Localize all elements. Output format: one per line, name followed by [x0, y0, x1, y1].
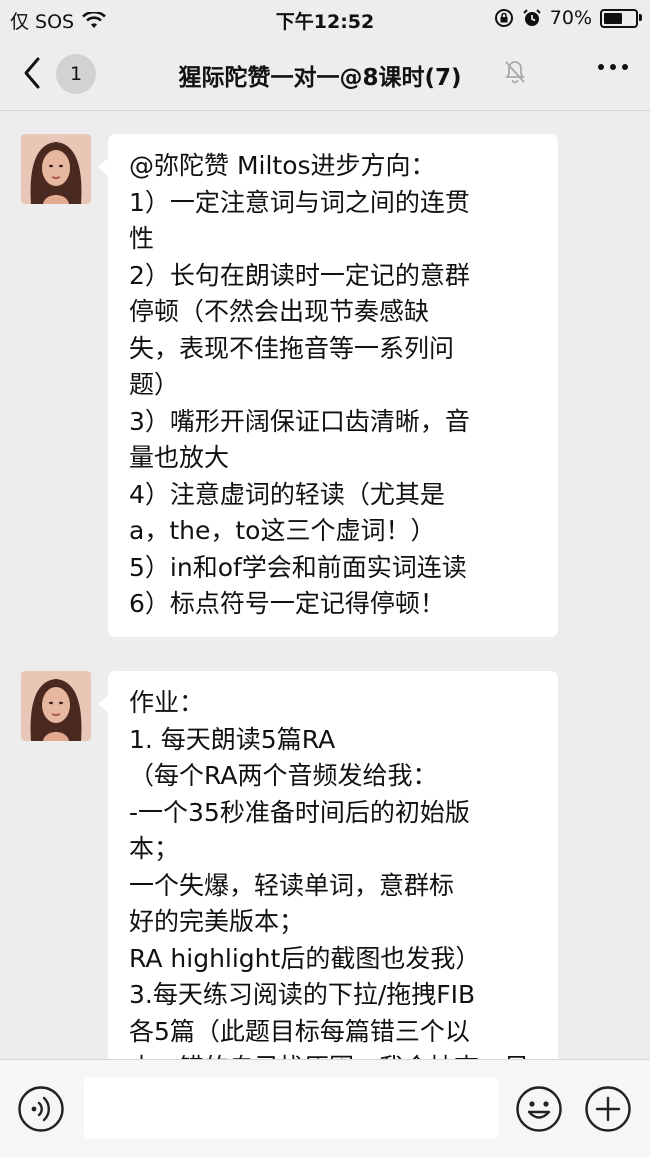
- voice-button[interactable]: [17, 1085, 65, 1137]
- more-icon-dot: [622, 64, 628, 70]
- more-icon-dot: [610, 64, 616, 70]
- battery-icon: [600, 8, 642, 28]
- emoji-icon: [516, 1086, 562, 1132]
- message-text-line: 性: [129, 224, 155, 253]
- mute-bell-icon: [505, 61, 525, 84]
- message-text-line: 1）一定注意词与词之间的连贯: [129, 187, 470, 217]
- message-text-line: 题）: [129, 370, 180, 399]
- message-text-line: 3）嘴形开阔保证口齿清晰，音: [129, 406, 470, 436]
- message-text-line: 失，表现不佳拖音等一系列问: [129, 333, 455, 363]
- message-text-line: 内，错的自己找原因，我会抽查，另: [129, 1050, 540, 1059]
- message-text-line: 停顿（不然会出现节奏感缺: [129, 297, 430, 326]
- message-text-line: 2）长句在朗读时一定记的意群: [129, 260, 470, 290]
- plus-icon: [585, 1086, 631, 1132]
- back-arrow-icon: [24, 57, 40, 89]
- input-bar: [0, 1059, 650, 1157]
- lock-rotation-icon: [494, 9, 513, 27]
- more-icon: [598, 64, 604, 70]
- chat-title: 猩际陀赞一对一@8课时(7): [178, 65, 462, 91]
- message-bubble[interactable]: 作业： 1. 每天朗读5篇RA （每个RA两个音频发给我： -一个35秒准备时间后的初…: [98, 671, 558, 1059]
- unread-count-badge[interactable]: 1: [56, 54, 96, 94]
- message-text-line: 量也放大: [129, 443, 230, 472]
- message-text-line: @弥陀赞 Miltos进步方向：: [129, 151, 436, 180]
- message-text-line: a，the，to这三个虚词！）: [129, 516, 436, 545]
- chat-header: 1 猩际陀赞一对一@8课时(7): [0, 36, 650, 111]
- message-text-line: 1. 每天朗读5篇RA: [129, 724, 336, 754]
- message-text-line: 3.每天练习阅读的下拉/拖拽FIB: [129, 980, 476, 1009]
- status-bar: 仅 SOS 下午12:52 70%: [0, 0, 650, 36]
- battery-percent: 70%: [549, 7, 592, 29]
- message-text-line: 作业：: [129, 688, 205, 717]
- message-input[interactable]: [84, 1077, 498, 1139]
- add-button[interactable]: [584, 1085, 632, 1137]
- avatar-image: [21, 134, 91, 204]
- more-button[interactable]: [598, 64, 628, 70]
- message-text-line: 4）注意虚词的轻读（尤其是: [129, 479, 445, 509]
- message-text-line: 各5篇（此题目标每篇错三个以: [129, 1016, 470, 1046]
- message-text-line: 一个失爆，轻读单词，意群标: [129, 870, 455, 900]
- message-bubble[interactable]: @弥陀赞 Miltos进步方向： 1）一定注意词与词之间的连贯性 2）长句在朗读时一…: [98, 134, 558, 637]
- message-text-line: RA highlight后的截图也发我）: [129, 943, 481, 973]
- battery-level: [604, 12, 622, 24]
- message-text-line: 本；: [129, 834, 180, 863]
- message-text-line: （每个RA两个音频发给我：: [129, 761, 438, 790]
- message-text-line: 好的完美版本；: [129, 907, 305, 936]
- message-text-line: 5）in和of学会和前面实词连读: [129, 552, 467, 582]
- back-button[interactable]: [22, 56, 42, 96]
- avatar-image: [21, 671, 91, 741]
- emoji-button[interactable]: [515, 1085, 563, 1137]
- voice-icon: [18, 1086, 64, 1132]
- alarm-icon: [523, 9, 541, 26]
- message-text-line: 6）标点符号一定记得停顿！: [129, 589, 445, 618]
- avatar[interactable]: [21, 671, 91, 741]
- avatar[interactable]: [21, 134, 91, 204]
- chat-messages[interactable]: @弥陀赞 Miltos进步方向： 1）一定注意词与词之间的连贯性 2）长句在朗读时一…: [0, 111, 650, 1059]
- message-text-line: -一个35秒准备时间后的初始版: [129, 797, 470, 827]
